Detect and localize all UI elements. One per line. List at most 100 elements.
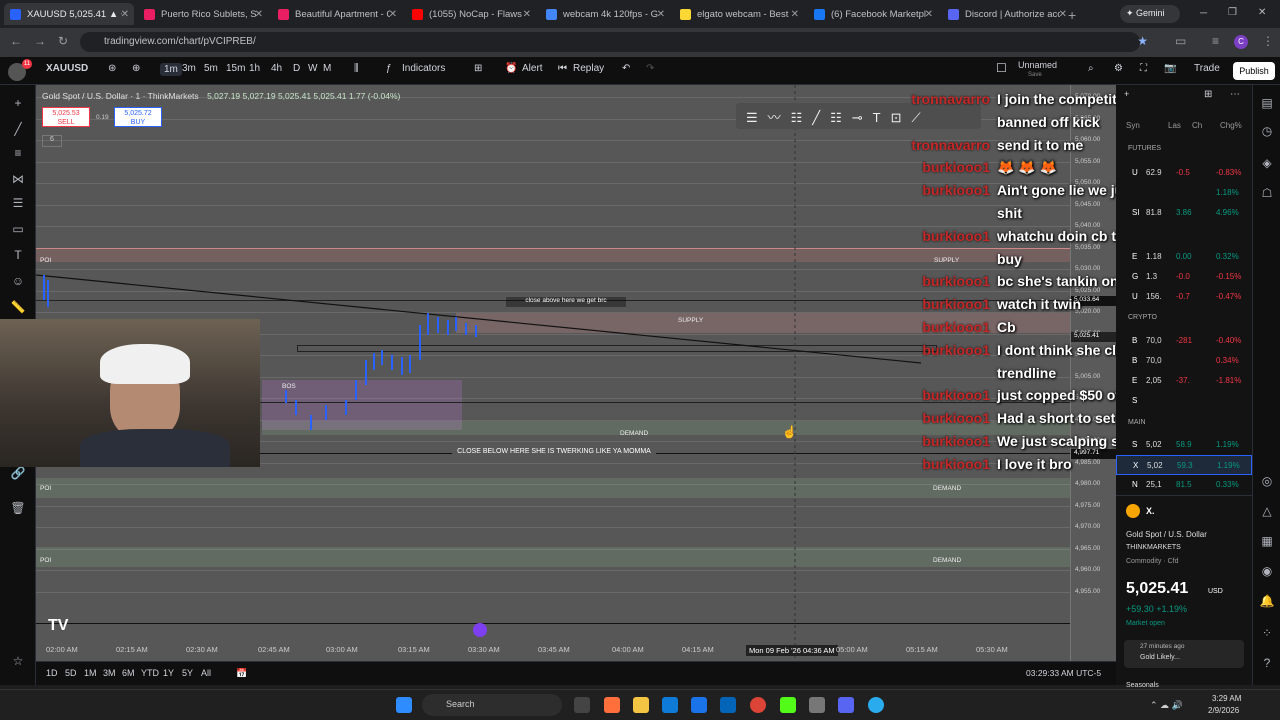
compare-icon[interactable]: ⊛	[108, 63, 116, 74]
timeframe-3m[interactable]: 3m	[182, 63, 196, 74]
watchlist-row[interactable]: U 156. -0.7 -0.47%	[1116, 287, 1252, 307]
downloads-icon[interactable]: ≡	[1212, 34, 1219, 48]
text-tool-icon[interactable]: T	[10, 247, 26, 263]
add-symbol-icon[interactable]: ⊕	[132, 63, 140, 74]
news-card[interactable]: 27 minutes ago Gold Likely...	[1124, 640, 1244, 668]
main-section[interactable]: MAIN	[1128, 419, 1146, 426]
forecast-icon[interactable]: ☰	[10, 195, 26, 211]
forward-icon[interactable]: →	[34, 34, 46, 48]
snapshot-icon[interactable]: 📷	[1164, 63, 1176, 74]
emoji-icon[interactable]: ☺	[10, 273, 26, 289]
settings-icon[interactable]: ⚙	[1114, 63, 1123, 74]
watchlist-star-icon[interactable]: ☆	[10, 653, 26, 669]
copilot-icon[interactable]	[604, 697, 620, 713]
task-view-icon[interactable]	[574, 697, 590, 713]
close-window-icon[interactable]: ✕	[1258, 7, 1266, 18]
browser-tab[interactable]: (1055) NoCap - Flaws [✕	[406, 3, 536, 25]
timeframe-15m[interactable]: 15m	[226, 63, 245, 74]
replay-button[interactable]: Replay	[573, 63, 604, 74]
taskbar-date[interactable]: 2/9/2026	[1208, 706, 1239, 715]
sell-button[interactable]: 5,025.53 SELL	[42, 107, 90, 127]
redo-icon[interactable]: ↷	[646, 63, 654, 74]
browser-tab[interactable]: elgato webcam - Best ✕	[674, 3, 804, 25]
watchlist-row[interactable]: SI 81.8 3.86 4.96%	[1116, 203, 1252, 223]
buy-button[interactable]: 5,025.72 BUY	[114, 107, 162, 127]
back-icon[interactable]: ←	[10, 34, 22, 48]
goto-date-icon[interactable]: 📅	[236, 668, 247, 679]
triangle-icon[interactable]: △	[1259, 503, 1275, 519]
alerts-clock-icon[interactable]: ◷	[1259, 123, 1275, 139]
taskbar-search[interactable]: Search	[422, 694, 562, 716]
chrome-icon[interactable]	[750, 697, 766, 713]
outlook-icon[interactable]	[720, 697, 736, 713]
timeframe-1h[interactable]: 1h	[249, 63, 260, 74]
tab-close-icon[interactable]: ✕	[791, 9, 799, 20]
range-6m[interactable]: 6M	[122, 668, 135, 678]
range-3m[interactable]: 3M	[103, 668, 116, 678]
detail-symbol[interactable]: X.	[1146, 506, 1155, 516]
settings-app-icon[interactable]	[809, 697, 825, 713]
store-icon[interactable]	[691, 697, 707, 713]
crosshair-icon[interactable]: +	[10, 95, 26, 111]
tab-close-icon[interactable]: ✕	[925, 9, 933, 20]
tab-close-icon[interactable]: ✕	[1059, 9, 1067, 20]
bookmark-star-icon[interactable]: ★	[1137, 34, 1148, 48]
url-field[interactable]: tradingview.com/chart/pVCIPREB/ ★	[80, 32, 1148, 52]
watchlist-more-icon[interactable]: ⋯	[1230, 89, 1240, 100]
tab-close-icon[interactable]: ✕	[121, 9, 129, 20]
chart-type-icon[interactable]: ⫼	[354, 63, 359, 74]
fullscreen-icon[interactable]: ⛶	[1140, 63, 1147, 74]
indicator-count-badge[interactable]: 6	[42, 135, 62, 147]
crypto-section[interactable]: CRYPTO	[1128, 314, 1157, 321]
new-tab-button[interactable]: +	[1068, 7, 1076, 23]
watchlist-row[interactable]: B 70,0 0.34%	[1116, 351, 1252, 371]
event-marker-icon[interactable]	[473, 623, 487, 637]
taskbar-time[interactable]: 3:29 AM	[1212, 694, 1241, 703]
timeframe-5m[interactable]: 5m	[204, 63, 218, 74]
layouts-icon[interactable]: ⊞	[474, 63, 482, 74]
watchlist-icon[interactable]: ▤	[1259, 95, 1275, 111]
timeframe-M[interactable]: M	[323, 63, 331, 74]
watchlist-row[interactable]: U 62.9 -0.5 -0.83%	[1116, 163, 1252, 183]
watchlist-row[interactable]: G 1.3 -0.0 -0.15%	[1116, 267, 1252, 287]
watchlist-row[interactable]: 1.18%	[1116, 183, 1252, 203]
range-5y[interactable]: 5Y	[182, 668, 193, 678]
browser-tab[interactable]: Puerto Rico Sublets, Sh ✕	[138, 3, 268, 25]
watchlist-row[interactable]: E 2,05 -37. -1.81%	[1116, 371, 1252, 391]
browser-tab[interactable]: XAUUSD 5,025.41 ▲ +1 ✕	[4, 3, 134, 25]
calendar-icon[interactable]: ▦	[1259, 533, 1275, 549]
windows-start-icon[interactable]	[396, 697, 412, 713]
kick-icon[interactable]	[780, 697, 796, 713]
watchlist-column-header[interactable]: Ch	[1192, 121, 1202, 130]
alert-icon[interactable]: ⏰	[505, 63, 517, 74]
help-icon[interactable]: ?	[1259, 655, 1275, 671]
timeframe-D[interactable]: D	[293, 63, 300, 74]
telegram-icon[interactable]	[868, 697, 884, 713]
layout-name[interactable]: Unnamed	[1018, 60, 1057, 70]
minimize-icon[interactable]: ─	[1200, 8, 1207, 19]
watchlist-row[interactable]: X 5,02 59.3 1.19%	[1116, 455, 1252, 475]
browser-tab[interactable]: Beautiful Apartment - C ✕	[272, 3, 402, 25]
bell-icon[interactable]: 🔔	[1259, 593, 1275, 609]
indicators-button[interactable]: Indicators	[402, 63, 445, 74]
timeframe-4h[interactable]: 4h	[271, 63, 282, 74]
reload-icon[interactable]: ↻	[58, 34, 68, 48]
publish-button[interactable]: Publish	[1233, 62, 1275, 80]
watchlist-column-header[interactable]: Chg%	[1220, 121, 1242, 130]
watchlist-row[interactable]: N 25,1 81.5 0.33%	[1116, 475, 1252, 495]
watchlist-row[interactable]: B 70,0 -281 -0.40%	[1116, 331, 1252, 351]
watchlist-layout-icon[interactable]: ⊞	[1204, 89, 1212, 100]
edge-icon[interactable]	[662, 697, 678, 713]
range-all[interactable]: All	[201, 668, 211, 678]
maximize-icon[interactable]: ❐	[1228, 7, 1237, 18]
gemini-button[interactable]: ✦ Gemini	[1120, 5, 1180, 23]
file-explorer-icon[interactable]	[633, 697, 649, 713]
timeframe-1m[interactable]: 1m	[160, 63, 182, 76]
alert-button[interactable]: Alert	[522, 63, 543, 74]
tray-icons[interactable]: ⌃ ☁ 🔊	[1150, 700, 1183, 711]
tab-close-icon[interactable]: ✕	[255, 9, 263, 20]
tab-close-icon[interactable]: ✕	[389, 9, 397, 20]
target-icon[interactable]: ◎	[1259, 473, 1275, 489]
ruler-icon[interactable]: 📏	[10, 299, 26, 315]
symbol-search[interactable]: XAUUSD	[46, 63, 88, 74]
